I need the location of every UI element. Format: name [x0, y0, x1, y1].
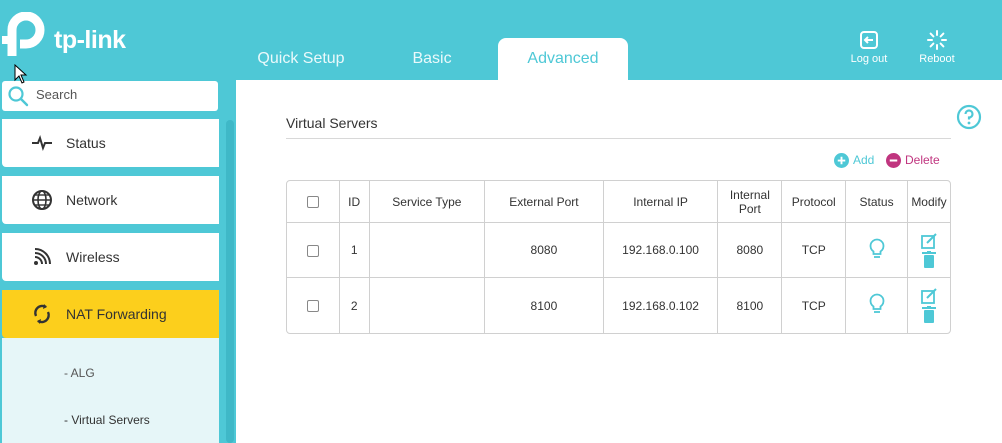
- sidebar-scrollbar[interactable]: [226, 120, 234, 443]
- cell-id: 2: [340, 278, 370, 333]
- sidebar-item-label: Network: [66, 192, 118, 208]
- trash-icon[interactable]: [921, 306, 936, 323]
- cell-internal-port: 8080: [718, 223, 783, 278]
- edit-icon[interactable]: [921, 232, 937, 249]
- cell-internal-ip: 192.168.0.100: [603, 223, 719, 278]
- table-row: 2 8100 192.168.0.102 8100 TCP: [287, 278, 950, 333]
- tab-quick-setup[interactable]: Quick Setup: [236, 38, 366, 80]
- submenu-item-virtual-servers[interactable]: - Virtual Servers: [64, 413, 150, 427]
- col-header-external-port: External Port: [485, 181, 604, 223]
- delete-button[interactable]: Delete: [886, 153, 940, 169]
- title-divider: [286, 138, 951, 139]
- tab-basic[interactable]: Basic: [367, 38, 497, 80]
- table-header-row: ID Service Type External Port Internal I…: [287, 181, 950, 223]
- select-all-checkbox[interactable]: [306, 196, 319, 209]
- add-button[interactable]: Add: [834, 153, 875, 169]
- globe-icon: [32, 190, 52, 210]
- cell-internal-ip: 192.168.0.102: [604, 278, 719, 333]
- tp-link-logo: tp-link: [2, 11, 142, 62]
- logout-button[interactable]: Log out: [844, 30, 894, 65]
- col-header-modify: Modify: [907, 181, 950, 223]
- col-header-status: Status: [846, 181, 908, 223]
- cell-internal-port: 8100: [718, 278, 783, 333]
- cell-status: [846, 278, 908, 333]
- row-select-cell: [287, 278, 340, 333]
- help-icon[interactable]: [956, 104, 982, 130]
- sidebar-item-network[interactable]: Network: [2, 176, 219, 224]
- delete-label: Delete: [905, 153, 940, 167]
- col-header-internal-ip: Internal IP: [603, 181, 719, 223]
- cell-external-port: 8100: [485, 278, 604, 333]
- logout-icon: [860, 31, 878, 49]
- cell-status: [846, 223, 908, 278]
- col-header-service-type: Service Type: [369, 181, 486, 223]
- virtual-servers-table: ID Service Type External Port Internal I…: [286, 180, 951, 334]
- sidebar: Status Network Wireless NAT Forwarding: [0, 80, 236, 443]
- search-box: [2, 81, 218, 111]
- reboot-label: Reboot: [919, 53, 955, 65]
- row-checkbox[interactable]: [306, 244, 319, 257]
- sidebar-item-label: Wireless: [66, 249, 120, 265]
- cell-id: 1: [339, 223, 370, 278]
- cell-protocol: TCP: [782, 223, 847, 278]
- tp-link-logo-icon: [2, 11, 45, 56]
- trash-icon[interactable]: [921, 250, 936, 268]
- edit-icon[interactable]: [921, 288, 937, 304]
- cell-modify: [907, 223, 950, 278]
- submenu-item-alg[interactable]: - ALG: [64, 366, 95, 380]
- mouse-cursor-icon: [14, 64, 28, 84]
- sidebar-item-status[interactable]: Status: [2, 119, 219, 167]
- reboot-icon: [927, 30, 947, 50]
- col-header-id: ID: [339, 181, 370, 223]
- row-select-cell: [287, 223, 340, 278]
- add-label: Add: [853, 153, 875, 167]
- logout-label: Log out: [850, 53, 888, 65]
- top-header: tp-link Quick Setup Basic Advanced Log o…: [0, 0, 1002, 80]
- cell-service-type: [370, 278, 486, 333]
- col-header-protocol: Protocol: [782, 181, 847, 223]
- remove-icon: [886, 153, 901, 169]
- status-pulse-icon: [32, 134, 52, 152]
- search-icon[interactable]: [7, 85, 29, 107]
- status-bulb-icon[interactable]: [869, 238, 885, 260]
- main-content: Virtual Servers Add Delete ID Service Ty…: [236, 80, 1002, 443]
- search-input[interactable]: [36, 87, 206, 102]
- sidebar-item-label: Status: [66, 135, 106, 151]
- reboot-button[interactable]: Reboot: [912, 30, 962, 65]
- nat-forwarding-icon: [34, 304, 50, 324]
- sidebar-item-wireless[interactable]: Wireless: [2, 233, 219, 281]
- select-all-cell: [287, 181, 340, 223]
- page-title: Virtual Servers: [286, 115, 378, 131]
- tab-advanced[interactable]: Advanced: [498, 38, 628, 80]
- cell-modify: [908, 278, 950, 333]
- cell-external-port: 8080: [485, 223, 604, 278]
- cell-protocol: TCP: [782, 278, 847, 333]
- logo-text: tp-link: [54, 26, 126, 54]
- status-bulb-icon[interactable]: [869, 293, 885, 315]
- cell-service-type: [369, 223, 486, 278]
- table-row: 1 8080 192.168.0.100 8080 TCP: [287, 223, 950, 278]
- sidebar-item-nat-forwarding[interactable]: NAT Forwarding: [2, 290, 219, 338]
- nat-submenu: - ALG - Virtual Servers: [2, 338, 219, 443]
- sidebar-item-label: NAT Forwarding: [66, 306, 167, 322]
- col-header-internal-port: Internal Port: [718, 181, 783, 223]
- row-checkbox[interactable]: [306, 300, 319, 313]
- add-icon: [834, 153, 849, 169]
- wifi-icon: [34, 248, 51, 265]
